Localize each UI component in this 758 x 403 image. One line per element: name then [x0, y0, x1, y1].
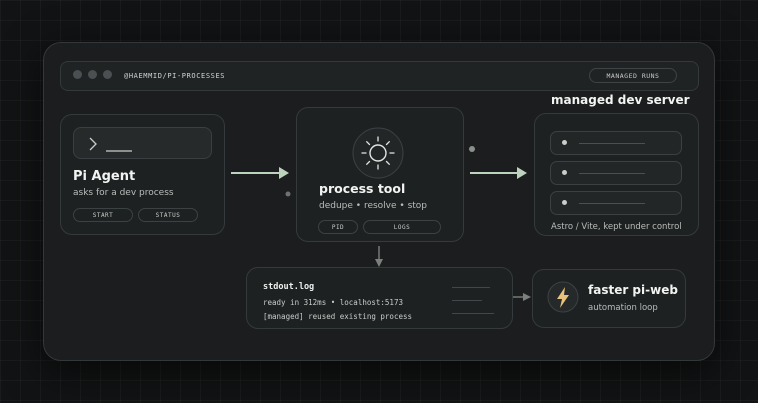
connector-layer: [231, 146, 531, 301]
arrow-tool-to-server: [470, 167, 527, 179]
arrow-log-to-piweb: [513, 293, 531, 301]
arrow-agent-to-tool: [231, 167, 289, 179]
flow-dot: [469, 146, 475, 152]
flow-dot: [285, 191, 291, 197]
arrow-tool-to-log: [375, 246, 383, 267]
